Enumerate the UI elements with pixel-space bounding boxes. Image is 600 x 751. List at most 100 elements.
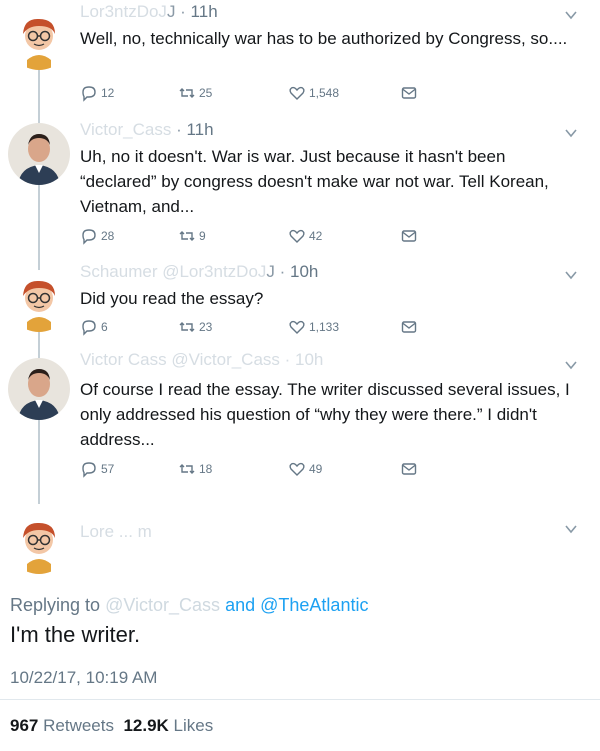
retweet-button[interactable]: 25 xyxy=(178,84,212,102)
like-count: 42 xyxy=(309,229,323,243)
retweets-label: Retweets xyxy=(43,716,114,735)
profile-photo-icon xyxy=(8,123,70,185)
focused-tweet-timestamp: 10/22/17, 10:19 AM xyxy=(10,668,158,687)
like-count: 1,548 xyxy=(309,86,340,100)
tweet-header-blurred: Victor Cass @Victor_Cass · 10h xyxy=(80,350,324,369)
like-icon xyxy=(289,229,305,243)
tweet-header-blurred: Victor_Cass xyxy=(80,120,172,139)
tweet-text: Uh, no it doesn't. War is war. Just beca… xyxy=(80,147,549,216)
likes-label: Likes xyxy=(173,716,214,735)
retweet-button[interactable]: 18 xyxy=(178,460,212,478)
retweet-button[interactable]: 9 xyxy=(178,227,206,245)
direct-message-button[interactable] xyxy=(400,84,421,102)
retweets-count: 967 xyxy=(10,716,39,735)
chevron-down-icon xyxy=(565,361,577,370)
tweet-header: Lor3ntzDoJJ · 11h xyxy=(80,2,218,21)
like-count: 49 xyxy=(309,462,323,476)
retweet-icon xyxy=(179,322,195,332)
direct-message-button[interactable] xyxy=(400,227,421,245)
tweet-text: Did you read the essay? xyxy=(80,289,264,308)
tweet-header-blurred: Lor3ntzDoJ xyxy=(80,2,167,21)
direct-message-button[interactable] xyxy=(400,318,421,336)
tweet-time[interactable]: 11h xyxy=(191,2,218,21)
likes-count: 12.9K xyxy=(123,716,169,735)
engagement-stats: 967 Retweets 12.9K Likes xyxy=(10,716,213,736)
retweet-count: 9 xyxy=(199,229,206,243)
tweet-menu-button[interactable] xyxy=(564,522,578,536)
direct-message-button[interactable] xyxy=(400,460,421,478)
tweet-menu-button[interactable] xyxy=(564,358,578,372)
avatar-cartoon[interactable] xyxy=(8,270,70,332)
focused-tweet-text: I'm the writer. xyxy=(10,622,141,647)
replying-to-and: and xyxy=(225,595,256,615)
like-button[interactable]: 42 xyxy=(288,227,322,245)
divider xyxy=(0,699,600,700)
retweet-count: 23 xyxy=(199,320,213,334)
tweet-menu-button[interactable] xyxy=(564,126,578,140)
tweet-handle-suffix: J xyxy=(266,262,275,281)
replying-to-prefix: Replying to xyxy=(10,595,101,615)
tweet-menu-button[interactable] xyxy=(564,268,578,282)
like-count: 1,133 xyxy=(309,320,340,334)
chevron-down-icon xyxy=(565,129,577,138)
tweet-time[interactable]: 11h xyxy=(186,120,213,139)
tweet-handle-suffix: J xyxy=(166,2,176,21)
tweet-header-blurred: Schaumer @Lor3ntzDoJ xyxy=(80,262,267,281)
tweet-time[interactable]: 10h xyxy=(290,262,318,281)
like-button[interactable]: 1,548 xyxy=(288,84,339,102)
direct-message-icon xyxy=(401,230,417,242)
avatar-cartoon[interactable] xyxy=(8,512,70,574)
tweet-header: Victor_Cass · 11h xyxy=(80,120,214,139)
retweet-button[interactable]: 23 xyxy=(178,318,212,336)
like-icon xyxy=(289,86,305,100)
chevron-down-icon xyxy=(565,271,577,280)
tweet-actions: 28 9 42 xyxy=(80,227,420,247)
cartoon-avatar-icon xyxy=(23,280,55,332)
retweet-icon xyxy=(179,231,195,241)
tweet-actions: 6 23 1,133 xyxy=(80,318,420,338)
direct-message-icon xyxy=(401,463,417,475)
reply-count: 28 xyxy=(101,229,115,243)
tweet-text: Of course I read the essay. The writer d… xyxy=(80,380,570,449)
tweet-header: Lore ... m xyxy=(80,522,152,542)
reply-icon xyxy=(82,86,96,102)
cartoon-avatar-icon xyxy=(23,18,55,70)
like-button[interactable]: 1,133 xyxy=(288,318,339,336)
direct-message-icon xyxy=(401,321,417,333)
retweet-icon xyxy=(179,88,195,98)
tweet-header: Victor Cass @Victor_Cass · 10h xyxy=(80,350,323,370)
reply-button[interactable]: 57 xyxy=(80,460,114,478)
reply-icon xyxy=(82,462,96,478)
retweet-count: 25 xyxy=(199,86,213,100)
avatar-photo[interactable] xyxy=(8,358,70,420)
avatar-cartoon[interactable] xyxy=(8,8,70,70)
retweets-stat[interactable]: 967 Retweets xyxy=(10,716,114,735)
replying-to-handle-blurred[interactable]: @Victor_Cass xyxy=(105,595,220,615)
chevron-down-icon xyxy=(565,525,577,534)
chevron-down-icon xyxy=(565,11,577,20)
profile-photo-icon xyxy=(8,358,70,420)
reply-button[interactable]: 6 xyxy=(80,318,108,336)
like-icon xyxy=(289,462,305,476)
reply-count: 6 xyxy=(101,320,108,334)
avatar-photo[interactable] xyxy=(8,123,70,185)
replying-to: Replying to @Victor_Cass and @TheAtlanti… xyxy=(10,595,368,616)
tweet-text: Well, no, technically war has to be auth… xyxy=(80,29,568,48)
direct-message-icon xyxy=(401,87,417,99)
likes-stat[interactable]: 12.9K Likes xyxy=(123,716,213,735)
tweet-header-blurred: Lore ... m xyxy=(80,522,152,541)
reply-count: 12 xyxy=(101,86,115,100)
reply-count: 57 xyxy=(101,462,115,476)
retweet-icon xyxy=(179,464,195,474)
cartoon-avatar-icon xyxy=(23,522,55,574)
retweet-count: 18 xyxy=(199,462,213,476)
tweet-actions: 57 18 49 xyxy=(80,460,420,480)
replying-to-link[interactable]: @TheAtlantic xyxy=(260,595,368,615)
reply-icon xyxy=(82,229,96,245)
reply-button[interactable]: 12 xyxy=(80,84,114,102)
like-button[interactable]: 49 xyxy=(288,460,322,478)
tweet-actions: 12 25 1,548 xyxy=(80,84,420,104)
tweet-menu-button[interactable] xyxy=(564,8,578,22)
reply-button[interactable]: 28 xyxy=(80,227,114,245)
like-icon xyxy=(289,320,305,334)
